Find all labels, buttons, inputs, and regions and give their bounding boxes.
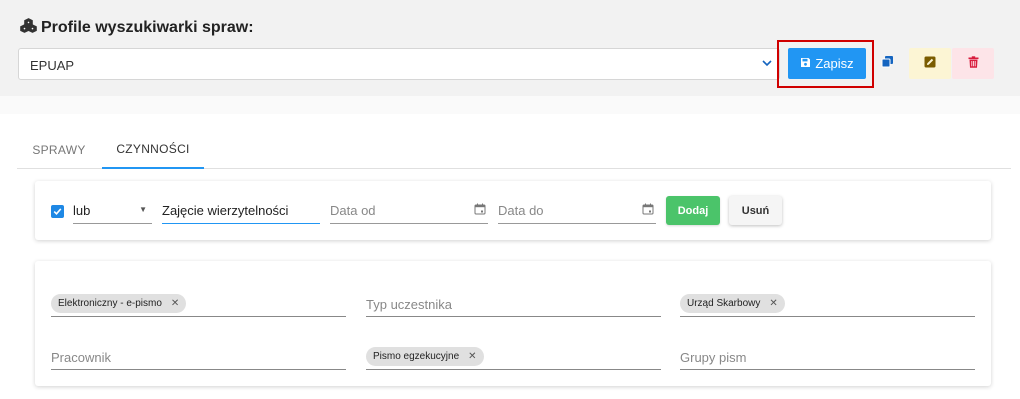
office-field[interactable]: Urząd Skarbowy ✕ bbox=[680, 293, 975, 317]
tab-sprawy[interactable]: SPRAWY bbox=[17, 130, 101, 169]
floppy-disk-icon bbox=[800, 56, 811, 71]
chip-label: Urząd Skarbowy bbox=[687, 298, 761, 309]
chip-label: Pismo egzekucyjne bbox=[373, 351, 460, 362]
delete-profile-button[interactable] bbox=[952, 48, 994, 79]
letter-groups-field[interactable]: Grupy pism bbox=[680, 346, 975, 370]
calendar-icon[interactable] bbox=[642, 203, 654, 218]
caret-down-icon: ▼ bbox=[139, 205, 147, 214]
save-button-label: Zapisz bbox=[815, 56, 854, 71]
filter-enabled-checkbox[interactable] bbox=[51, 205, 64, 218]
employee-placeholder: Pracownik bbox=[51, 350, 111, 365]
document-kind-chip[interactable]: Elektroniczny - e-pismo ✕ bbox=[51, 294, 187, 313]
activity-input-value: Zajęcie wierzytelności bbox=[162, 203, 289, 218]
activity-input[interactable]: Zajęcie wierzytelności bbox=[162, 199, 320, 224]
edit-icon bbox=[924, 55, 936, 73]
letter-type-field[interactable]: Pismo egzekucyjne ✕ bbox=[366, 346, 661, 370]
close-icon[interactable]: ✕ bbox=[769, 298, 777, 309]
office-chip[interactable]: Urząd Skarbowy ✕ bbox=[680, 294, 785, 313]
participant-type-field[interactable]: Typ uczestnika bbox=[366, 293, 661, 317]
participant-type-placeholder: Typ uczestnika bbox=[366, 297, 452, 312]
date-to-input[interactable]: Data do bbox=[498, 199, 656, 224]
copy-icon bbox=[881, 55, 894, 73]
close-icon[interactable]: ✕ bbox=[468, 351, 476, 362]
remove-button[interactable]: Usuń bbox=[729, 196, 782, 225]
tab-czynnosci[interactable]: CZYNNOŚCI bbox=[102, 130, 204, 169]
profile-select[interactable]: EPUAP bbox=[18, 48, 780, 80]
save-button[interactable]: Zapisz bbox=[788, 48, 866, 79]
calendar-icon[interactable] bbox=[474, 203, 486, 218]
chip-label: Elektroniczny - e-pismo bbox=[58, 298, 162, 309]
employee-field[interactable]: Pracownik bbox=[51, 346, 346, 370]
trash-icon bbox=[968, 55, 979, 73]
date-from-placeholder: Data od bbox=[330, 203, 376, 218]
edit-profile-button[interactable] bbox=[909, 48, 951, 79]
document-kind-field[interactable]: Elektroniczny - e-pismo ✕ bbox=[51, 293, 346, 317]
page-title: Profile wyszukiwarki spraw: bbox=[20, 18, 254, 38]
add-button[interactable]: Dodaj bbox=[666, 196, 720, 225]
profile-select-value: EPUAP bbox=[30, 58, 75, 73]
date-to-placeholder: Data do bbox=[498, 203, 544, 218]
tab-bar: SPRAWY CZYNNOŚCI bbox=[17, 130, 1011, 169]
close-icon[interactable]: ✕ bbox=[171, 298, 179, 309]
title-text: Profile wyszukiwarki spraw: bbox=[41, 19, 254, 36]
letter-type-chip[interactable]: Pismo egzekucyjne ✕ bbox=[366, 347, 484, 366]
date-from-input[interactable]: Data od bbox=[330, 199, 488, 224]
operator-select[interactable]: lub ▼ bbox=[73, 199, 152, 224]
operator-select-value: lub bbox=[73, 203, 91, 218]
letter-groups-placeholder: Grupy pism bbox=[680, 350, 747, 365]
chevron-down-icon bbox=[761, 57, 773, 72]
check-icon bbox=[53, 203, 62, 221]
copy-profile-button[interactable] bbox=[866, 48, 908, 79]
cubes-icon bbox=[20, 18, 37, 38]
